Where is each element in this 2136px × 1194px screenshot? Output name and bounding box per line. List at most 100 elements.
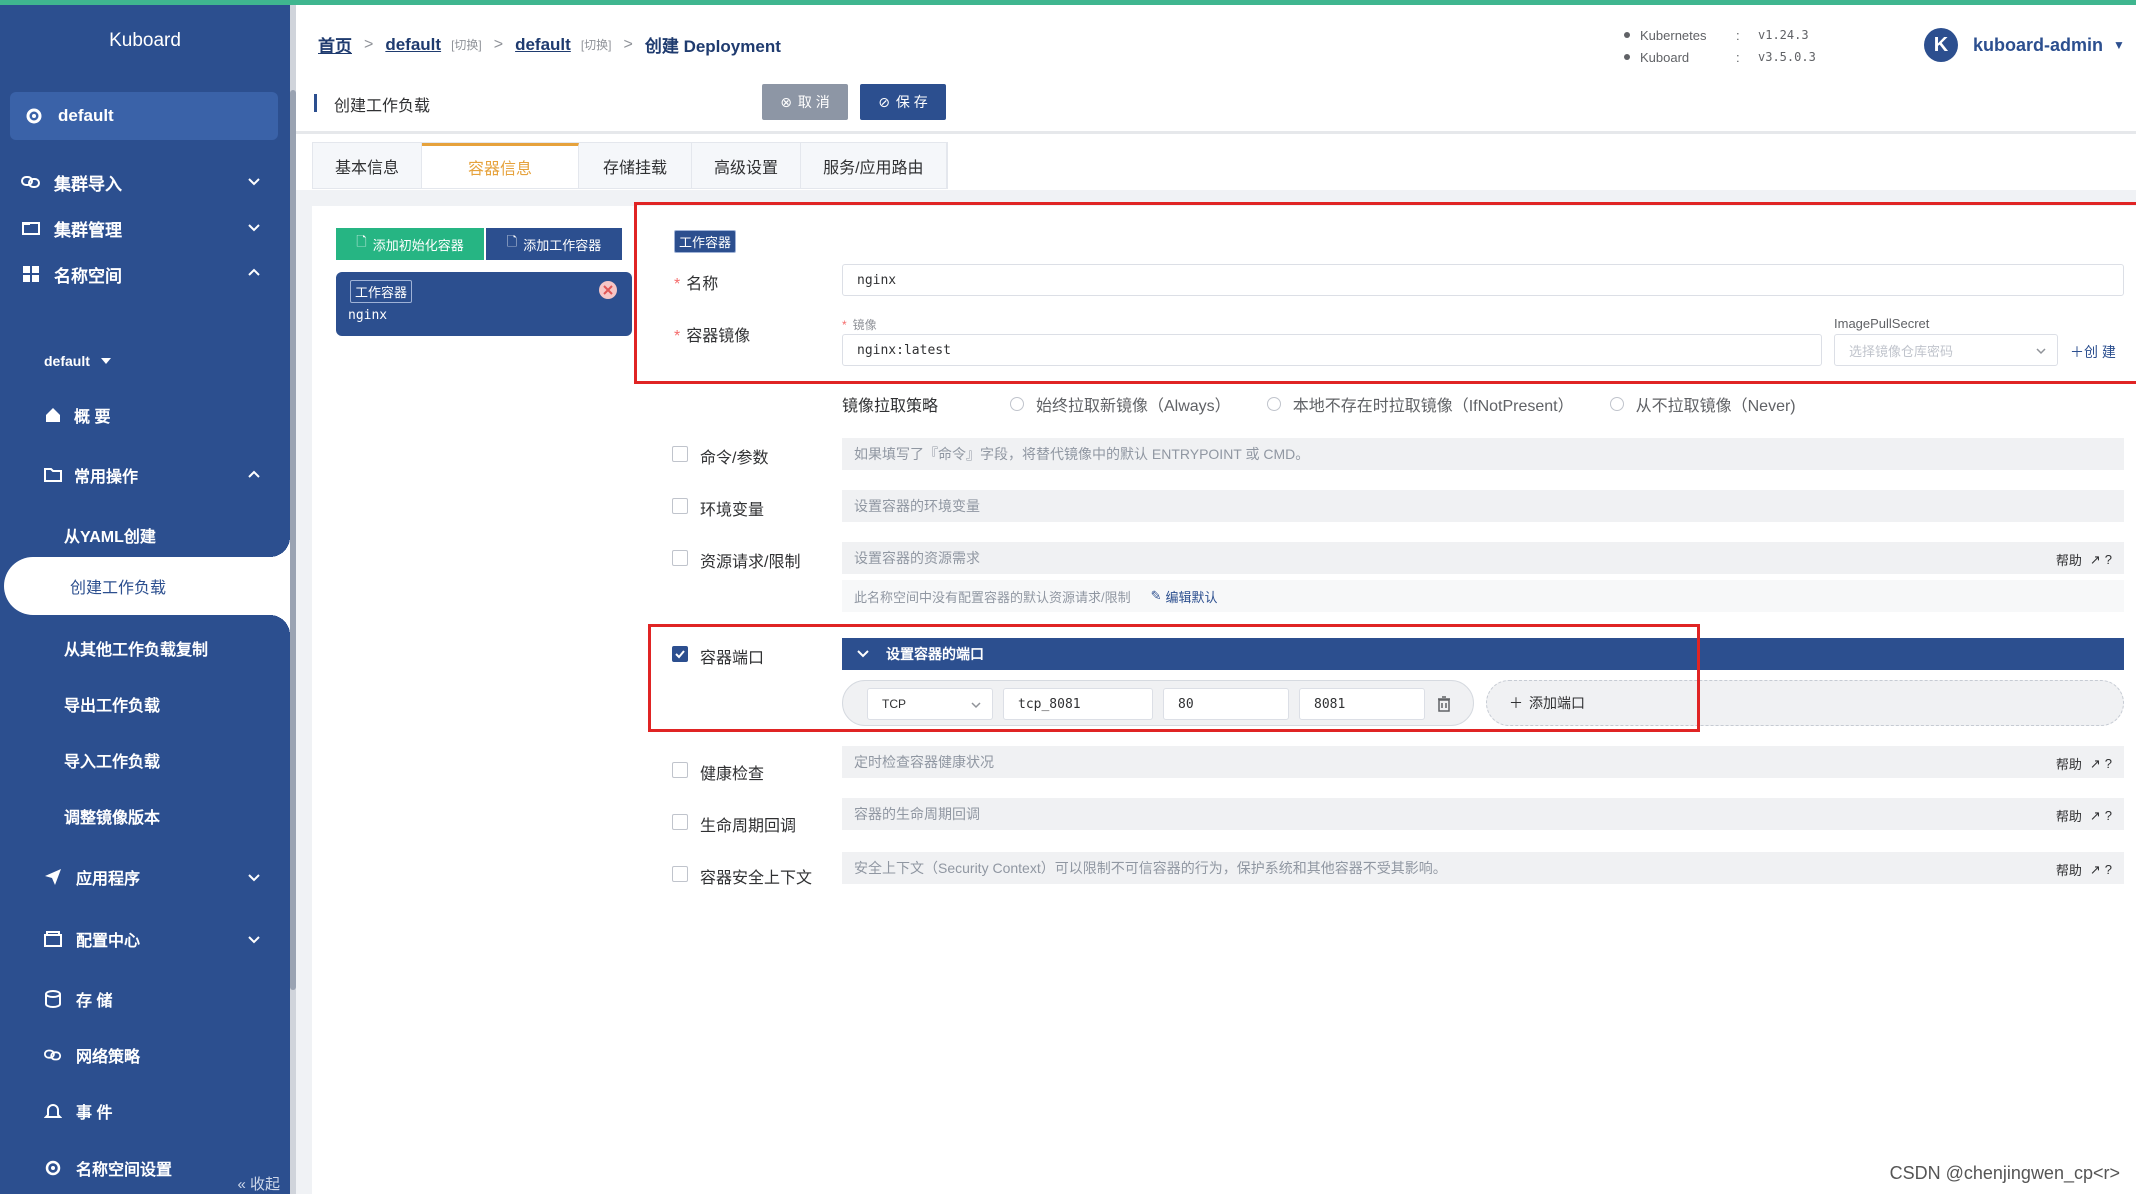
database-icon [45, 990, 61, 1008]
tab-advanced[interactable]: 高级设置 [692, 143, 802, 188]
sidebar-item-config-center[interactable]: 配置中心 [0, 915, 290, 963]
external-link-icon: ↗ [2089, 755, 2101, 771]
pull-policy-ifnotpresent[interactable]: 本地不存在时拉取镜像（IfNotPresent） [1266, 392, 1574, 416]
help-link[interactable]: 帮助 ↗? [2056, 860, 2112, 879]
breadcrumb-separator-icon: > [364, 35, 374, 53]
resource-note: 此名称空间中没有配置容器的默认资源请求/限制 [854, 589, 1131, 605]
sidebar-item-copy-workload[interactable]: 从其他工作负载复制 [0, 624, 290, 672]
health-placeholder: 定时检查容器健康状况 [854, 754, 994, 770]
cancel-circle-icon: ⊗ [780, 93, 792, 110]
namespace-switch-link[interactable]: [切换] [581, 36, 612, 53]
add-work-container-button[interactable]: 🗋 添加工作容器 [486, 228, 622, 260]
user-name: kuboard-admin [1973, 34, 2104, 55]
save-button-label: 保 存 [895, 94, 928, 110]
command-placeholder-bar: 如果填写了『命令』字段，将替代镜像中的默认 ENTRYPOINT 或 CMD。 [842, 438, 2124, 470]
health-checkbox[interactable] [672, 762, 688, 778]
command-checkbox[interactable] [672, 446, 688, 462]
link-icon [44, 1049, 62, 1061]
security-checkbox[interactable] [672, 866, 688, 882]
sidebar-item-applications[interactable]: 应用程序 [0, 853, 290, 901]
tab-storage-mount[interactable]: 存储挂载 [579, 143, 693, 188]
help-label: 帮助 [2055, 757, 2082, 772]
version-info: Kubernetes : v1.24.3 Kuboard : v3.5.0.3 [1624, 24, 1816, 68]
sidebar-group-cluster-manage[interactable]: 集群管理 [0, 203, 290, 253]
question-circle-icon: ? [2104, 756, 2112, 771]
cancel-button[interactable]: ⊗ 取 消 [762, 84, 848, 120]
sidebar-group-namespace[interactable]: 名称空间 [0, 249, 290, 299]
security-placeholder: 安全上下文（Security Context）可以限制不可信容器的行为，保护系统… [854, 860, 1447, 876]
close-circle-icon[interactable] [598, 280, 618, 300]
env-label: 环境变量 [700, 502, 765, 519]
send-icon [45, 869, 61, 885]
resource-note-bar: 此名称空间中没有配置容器的默认资源请求/限制 ✎ 编辑默认 [842, 580, 2124, 612]
tab-basic-info[interactable]: 基本信息 [313, 143, 423, 188]
sidebar-item-label: 名称空间设置 [76, 1162, 173, 1179]
sidebar-group-label: 名称空间 [54, 266, 122, 286]
breadcrumb: 首页 > default [切换] > default [切换] > 创建 De… [318, 32, 781, 57]
env-checkbox[interactable] [672, 498, 688, 514]
lifecycle-placeholder: 容器的生命周期回调 [854, 806, 980, 822]
save-button[interactable]: ⊘ 保 存 [860, 84, 946, 120]
sidebar-item-label: 从其他工作负载复制 [64, 642, 209, 659]
pull-policy-never[interactable]: 从不拉取镜像（Never) [1609, 392, 1796, 416]
resource-label: 资源请求/限制 [700, 554, 801, 571]
sidebar-item-storage[interactable]: 存 储 [0, 975, 290, 1023]
help-label: 帮助 [2055, 863, 2082, 878]
command-placeholder: 如果填写了『命令』字段，将替代镜像中的默认 ENTRYPOINT 或 CMD。 [854, 446, 1310, 462]
version-value: v3.5.0.3 [1758, 50, 1816, 64]
edit-default-link[interactable]: 编辑默认 [1166, 587, 1218, 606]
sidebar-item-from-yaml[interactable]: 从YAML创建 [0, 511, 290, 559]
sidebar-item-adjust-image[interactable]: 调整镜像版本 [0, 792, 290, 840]
sidebar-item-label: 网络策略 [76, 1049, 141, 1066]
breadcrumb-separator-icon: > [623, 35, 633, 53]
brand-title: Kuboard [109, 30, 181, 51]
help-label: 帮助 [2055, 553, 2082, 568]
pull-policy-always[interactable]: 始终拉取新镜像（Always） [1010, 392, 1231, 416]
breadcrumb-namespace[interactable]: default [515, 35, 571, 55]
tab-container-info[interactable]: 容器信息 [422, 143, 580, 188]
caret-down-icon [100, 358, 111, 364]
help-link[interactable]: 帮助 ↗? [2056, 550, 2112, 569]
container-card[interactable]: 工作容器 nginx [336, 272, 632, 336]
avatar: K [1924, 28, 1958, 62]
sidebar-group-cluster-import[interactable]: 集群导入 [0, 157, 290, 207]
sidebar-item-label: 导出工作负载 [64, 698, 161, 715]
radio-label: 从不拉取镜像（Never) [1635, 398, 1796, 415]
sidebar-item-export-workload[interactable]: 导出工作负载 [0, 680, 290, 728]
lifecycle-checkbox[interactable] [672, 814, 688, 830]
breadcrumb-cluster[interactable]: default [385, 35, 441, 55]
sidebar-item-overview[interactable]: 概 要 [0, 391, 290, 439]
user-menu[interactable]: K kuboard-admin ▼ [1924, 28, 2125, 62]
breadcrumb-current: 创建 Deployment [644, 37, 781, 56]
breadcrumb-home[interactable]: 首页 [318, 32, 352, 57]
help-link[interactable]: 帮助 ↗? [2056, 806, 2112, 825]
sidebar-item-import-workload[interactable]: 导入工作负载 [0, 736, 290, 784]
tab-service-routing[interactable]: 服务/应用路由 [801, 143, 947, 188]
collapse-sidebar-link[interactable]: « 收起 [237, 1173, 280, 1194]
security-label: 容器安全上下文 [700, 870, 813, 887]
folder-icon [20, 217, 42, 239]
namespace-selector[interactable]: default [0, 337, 290, 385]
link-icon [20, 171, 42, 193]
version-name: Kubernetes [1640, 27, 1707, 43]
namespace-pill[interactable]: default [10, 92, 278, 140]
sidebar-item-network-policy[interactable]: 网络策略 [0, 1031, 290, 1079]
radio-circle-icon [1010, 397, 1024, 411]
add-init-container-button[interactable]: 🗋 添加初始化容器 [336, 228, 484, 260]
settings-icon [45, 1160, 61, 1176]
edit-icon: ✎ [1150, 588, 1162, 603]
page-title: 创建工作负载 [334, 98, 431, 115]
sidebar-item-events[interactable]: 事 件 [0, 1087, 290, 1135]
resource-checkbox[interactable] [672, 550, 688, 566]
env-placeholder: 设置容器的环境变量 [854, 498, 980, 514]
watermark: CSDN @chenjingwen_cp<r> [1889, 1163, 2120, 1183]
sidebar-item-common-ops[interactable]: 常用操作 [0, 451, 290, 499]
help-link[interactable]: 帮助 ↗? [2056, 754, 2112, 773]
box-icon [44, 931, 62, 947]
tabs: 基本信息 容器信息 存储挂载 高级设置 服务/应用路由 [312, 142, 948, 189]
namespace-pill-label: default [58, 106, 114, 125]
cluster-switch-link[interactable]: [切换] [451, 36, 482, 53]
sidebar-item-create-workload[interactable]: 创建工作负载 [4, 537, 290, 635]
sidebar-item-label: 调整镜像版本 [64, 810, 161, 827]
gear-icon [26, 108, 42, 124]
